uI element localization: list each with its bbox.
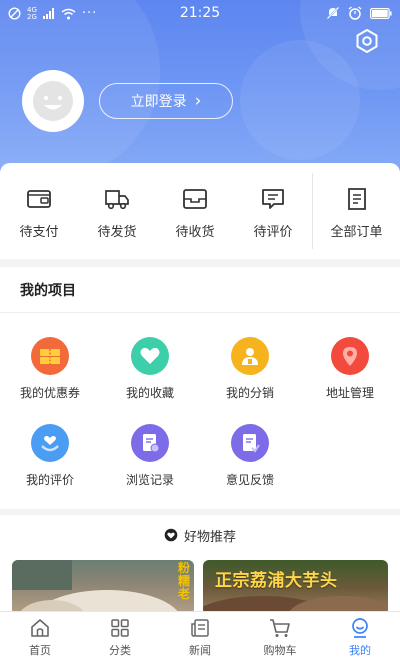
history-icon (131, 424, 169, 462)
feedback-icon (231, 424, 269, 462)
product-tag: 粉糯老 (177, 561, 190, 601)
project-label: 我的收藏 (125, 386, 174, 400)
avatar[interactable] (22, 70, 84, 132)
status-bar: 4G 2G ··· 21:25 (0, 0, 400, 30)
heart-icon (131, 337, 169, 375)
all-orders[interactable]: 全部订单 (313, 163, 400, 259)
gear-icon (356, 29, 378, 53)
nav-news[interactable]: 新闻 (160, 612, 240, 660)
alarm-icon (348, 6, 362, 20)
order-label: 待支付 (19, 225, 59, 240)
project-favorites[interactable]: 我的收藏 (100, 337, 200, 401)
category-icon (111, 619, 129, 637)
mute-icon (326, 6, 340, 20)
order-pending-receipt[interactable]: 待收货 (156, 163, 234, 259)
project-label: 意见反馈 (225, 473, 274, 487)
orders-card: 待支付 待发货 待收货 待评价 全部订单 (0, 163, 400, 259)
project-reviews[interactable]: 我的评价 (0, 424, 100, 488)
product-tag: 正宗荔浦大芋头 (215, 571, 338, 591)
nav-label: 首页 (29, 644, 51, 657)
nav-label: 购物车 (263, 644, 297, 657)
document-icon (347, 188, 366, 210)
project-label: 我的分销 (225, 386, 274, 400)
news-icon (191, 619, 209, 637)
location-icon (331, 337, 369, 375)
inbox-icon (183, 189, 207, 209)
comment-icon (262, 189, 284, 209)
distribution-icon (231, 337, 269, 375)
product-image-right[interactable]: 正宗荔浦大芋头 (203, 560, 388, 615)
heart-badge-icon (164, 528, 178, 542)
my-projects: 我的项目 我的优惠券 我的收藏 我的分销 地址管理 我的评价 浏览记录 意见反馈 (0, 267, 400, 509)
profile-icon (352, 618, 368, 638)
project-feedback[interactable]: 意见反馈 (200, 424, 300, 488)
smiley-avatar-icon (33, 81, 73, 121)
order-label: 待收货 (175, 225, 215, 240)
nav-home[interactable]: 首页 (0, 612, 80, 660)
recommend-header: 好物推荐 (0, 515, 400, 555)
project-label: 我的优惠券 (19, 386, 80, 400)
section-title: 我的项目 (0, 267, 400, 313)
wallet-icon (27, 190, 51, 208)
truck-icon (105, 190, 129, 210)
battery-icon (370, 7, 392, 19)
cart-icon (270, 619, 290, 637)
order-pending-shipment[interactable]: 待发货 (78, 163, 156, 259)
settings-button[interactable] (354, 28, 380, 54)
nav-label: 我的 (349, 644, 371, 657)
heart-hand-icon (31, 424, 69, 462)
project-address[interactable]: 地址管理 (300, 337, 400, 401)
all-orders-label: 全部订单 (330, 225, 383, 240)
project-distribution[interactable]: 我的分销 (200, 337, 300, 401)
order-pending-payment[interactable]: 待支付 (0, 163, 78, 259)
nav-category[interactable]: 分类 (80, 612, 160, 660)
nav-label: 分类 (109, 644, 131, 657)
home-icon (31, 619, 49, 637)
bottom-nav: 首页 分类 新闻 购物车 我的 (0, 611, 400, 660)
order-pending-review[interactable]: 待评价 (234, 163, 312, 259)
nav-profile[interactable]: 我的 (320, 612, 400, 660)
project-label: 地址管理 (325, 386, 374, 400)
project-label: 我的评价 (25, 473, 74, 487)
coupon-icon (31, 337, 69, 375)
order-label: 待评价 (253, 225, 293, 240)
login-button[interactable]: 立即登录 › (99, 83, 233, 119)
recommend-section: 好物推荐 粉糯老 正宗荔浦大芋头 (0, 515, 400, 615)
chevron-right-icon: › (194, 91, 202, 111)
product-image-left[interactable]: 粉糯老 (12, 560, 194, 615)
nav-cart[interactable]: 购物车 (240, 612, 320, 660)
nav-label: 新闻 (189, 644, 211, 657)
login-label: 立即登录 (130, 94, 187, 110)
project-label: 浏览记录 (125, 473, 174, 487)
recommend-title: 好物推荐 (183, 529, 236, 545)
order-label: 待发货 (97, 225, 137, 240)
project-history[interactable]: 浏览记录 (100, 424, 200, 488)
project-coupons[interactable]: 我的优惠券 (0, 337, 100, 401)
